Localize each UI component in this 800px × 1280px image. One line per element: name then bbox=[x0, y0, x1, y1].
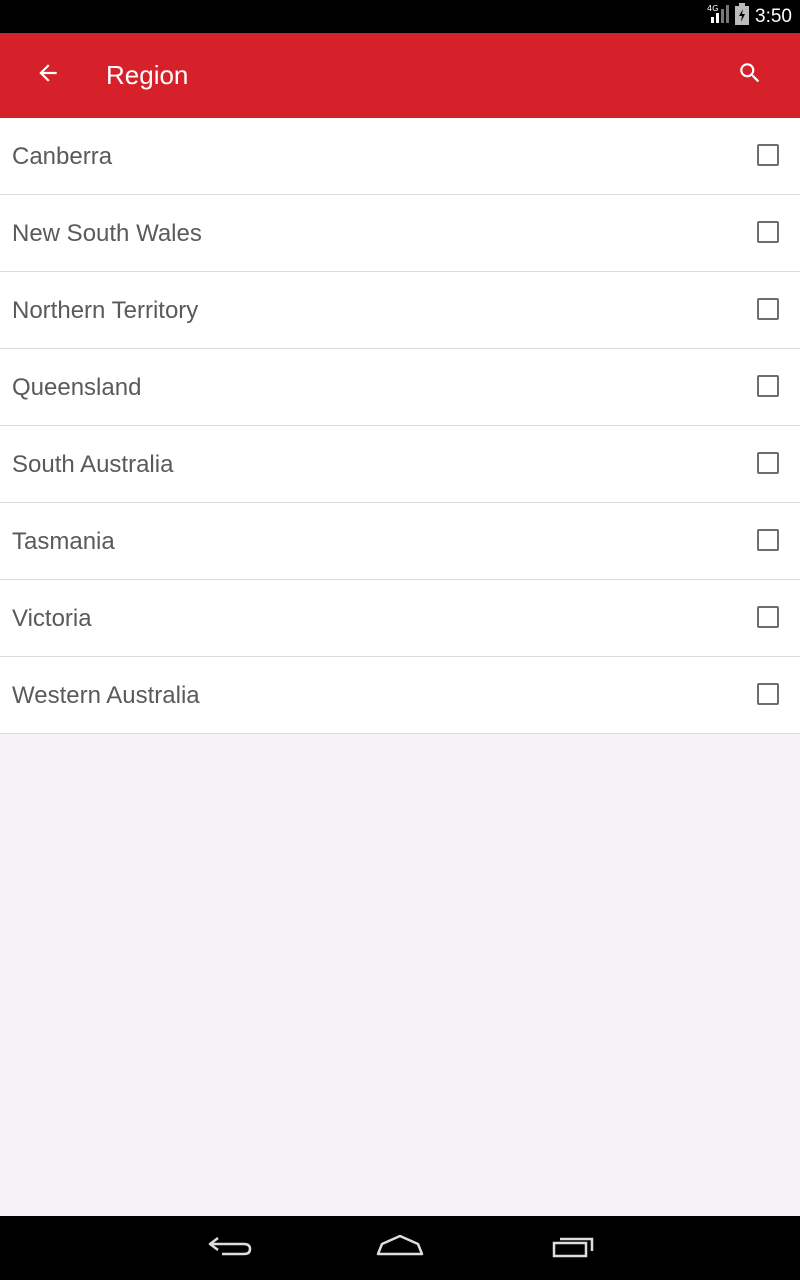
search-icon bbox=[737, 60, 763, 91]
checkbox[interactable] bbox=[757, 529, 779, 551]
checkbox[interactable] bbox=[757, 144, 779, 166]
back-icon bbox=[206, 1232, 254, 1265]
list-item-victoria[interactable]: Victoria bbox=[0, 580, 800, 657]
status-icons: 4G 3:50 bbox=[707, 0, 792, 33]
list-item-queensland[interactable]: Queensland bbox=[0, 349, 800, 426]
list-item-label: Victoria bbox=[12, 605, 92, 632]
list-item-label: Queensland bbox=[12, 374, 142, 401]
list-item-northern-territory[interactable]: Northern Territory bbox=[0, 272, 800, 349]
nav-recents-button[interactable] bbox=[542, 1228, 602, 1268]
list-item-canberra[interactable]: Canberra bbox=[0, 118, 800, 195]
search-button[interactable] bbox=[726, 51, 774, 99]
list-item-label: South Australia bbox=[12, 451, 174, 478]
page-title: Region bbox=[106, 60, 189, 90]
checkbox[interactable] bbox=[757, 452, 779, 474]
checkbox[interactable] bbox=[757, 298, 779, 320]
region-list: Canberra New South Wales Northern Territ… bbox=[0, 118, 800, 734]
back-button[interactable] bbox=[24, 51, 72, 99]
home-icon bbox=[374, 1232, 426, 1265]
list-item-label: Northern Territory bbox=[12, 297, 199, 324]
navigation-bar bbox=[0, 1216, 800, 1280]
list-item-label: Western Australia bbox=[12, 682, 200, 709]
arrow-left-icon bbox=[35, 60, 61, 91]
list-item-label: Canberra bbox=[12, 143, 113, 170]
network-type-label: 4G bbox=[707, 4, 718, 13]
checkbox[interactable] bbox=[757, 375, 779, 397]
list-item-tasmania[interactable]: Tasmania bbox=[0, 503, 800, 580]
checkbox[interactable] bbox=[757, 606, 779, 628]
list-item-label: New South Wales bbox=[12, 220, 202, 247]
recents-icon bbox=[548, 1232, 596, 1265]
checkbox[interactable] bbox=[757, 683, 779, 705]
list-item-new-south-wales[interactable]: New South Wales bbox=[0, 195, 800, 272]
status-time: 3:50 bbox=[755, 5, 792, 27]
app-bar: Region bbox=[0, 33, 800, 118]
list-item-label: Tasmania bbox=[12, 528, 115, 555]
status-bar: 4G 3:50 bbox=[0, 0, 800, 33]
battery-icon bbox=[735, 3, 750, 30]
list-item-south-australia[interactable]: South Australia bbox=[0, 426, 800, 503]
signal-icon: 4G bbox=[707, 3, 730, 30]
checkbox[interactable] bbox=[757, 221, 779, 243]
nav-back-button[interactable] bbox=[200, 1228, 260, 1268]
nav-home-button[interactable] bbox=[370, 1228, 430, 1268]
list-item-western-australia[interactable]: Western Australia bbox=[0, 657, 800, 734]
